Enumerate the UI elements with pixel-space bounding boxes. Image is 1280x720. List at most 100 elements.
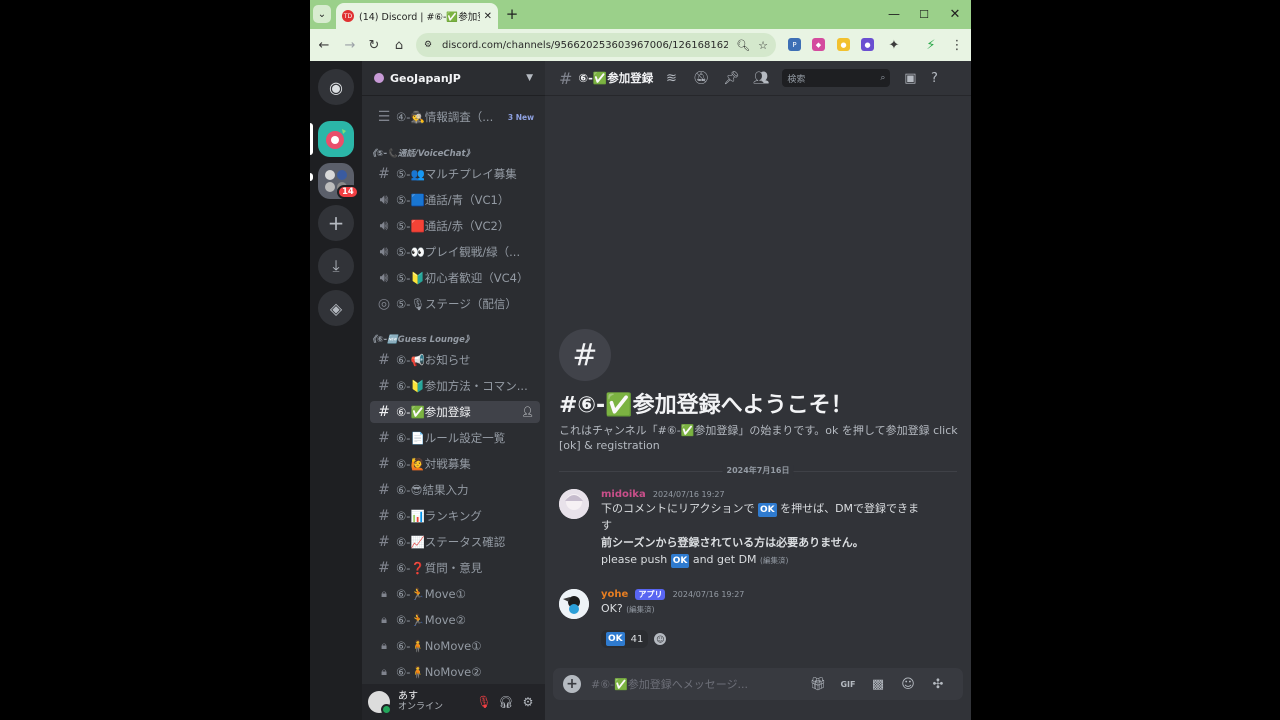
download-apps-icon[interactable]: ⤓ [318, 248, 354, 284]
message-author[interactable]: midoika [601, 489, 646, 500]
site-info-icon[interactable]: ⚙ [424, 40, 436, 50]
category-voicechat[interactable]: 《⑤-📞通話/VoiceChat》 [368, 147, 474, 159]
bookmark-star-icon[interactable]: ☆ [758, 39, 768, 52]
gift-icon[interactable]: 🎁︎ [803, 677, 833, 692]
channel-item-active[interactable]: # ⑥-✅参加登録 👤︎ [370, 401, 540, 423]
locked-channel-item[interactable]: 🔒︎ ⑥-🏃Move① [370, 583, 540, 605]
pin-icon[interactable]: 📌︎ [716, 71, 746, 86]
threads-icon[interactable]: ≋ [656, 71, 686, 86]
apps-icon[interactable]: ✣ [923, 677, 953, 692]
channel-item[interactable]: ☰ ④-🕵情報調査（... 3 New [370, 106, 540, 128]
voice-channel-item[interactable]: 🔊︎ ⑤-🟥通話/赤（VC2） [370, 215, 540, 237]
reaction-ok[interactable]: OK 41 [601, 630, 649, 648]
extension-pdf-icon[interactable]: P [788, 38, 801, 51]
voice-channel-item[interactable]: 🔊︎ ⑤-🔰初心者歓迎（VC4） [370, 267, 540, 289]
channel-item[interactable]: # ⑥-😎結果入力 [370, 479, 540, 501]
lock-icon: 🔒︎ [381, 639, 387, 652]
thread-icon: ☰ [377, 109, 391, 125]
extension-icon[interactable]: ● [837, 38, 850, 51]
hash-icon: # [378, 166, 390, 182]
channel-label: ⑥-📈ステータス確認 [396, 535, 506, 549]
explore-servers-icon[interactable]: ◈ [318, 290, 354, 326]
gif-icon[interactable]: GIF [833, 680, 863, 689]
channel-label: ⑤-🟦通話/青（VC1） [396, 193, 510, 207]
stage-channel-item[interactable]: ◎ ⑤-🎙ステージ（配信） [370, 293, 540, 315]
message-composer[interactable]: + #⑥-✅参加登録へメッセージ... 🎁︎ GIF ▩ ☺ ✣ [553, 668, 963, 700]
gear-icon[interactable]: ⚙ [517, 691, 539, 713]
channel-item[interactable]: # ⑥-❓質問・意見 [370, 557, 540, 579]
maximize-icon[interactable]: ☐ [915, 5, 933, 23]
new-tab-icon[interactable]: + [503, 5, 521, 23]
close-tab-icon[interactable]: ✕ [484, 11, 492, 22]
close-window-icon[interactable]: ✕ [946, 5, 964, 23]
headphones-icon[interactable]: 🎧︎ [495, 691, 517, 713]
channel-label: ⑥-🧍NoMove② [396, 665, 482, 679]
channel-header: # ⑥-✅参加登録 ≋ 🔕︎ 📌︎ 👥︎ 検索 ⌕ ▣ ? [545, 61, 971, 96]
message-text: OK? [601, 602, 623, 615]
emoji-icon[interactable]: ☺ [893, 677, 923, 692]
mute-microphone-icon[interactable]: 🎙︎ [473, 691, 495, 713]
category-guess-lounge[interactable]: 《⑥-🆕Guess Lounge》 [368, 333, 473, 345]
browser-tab[interactable]: TD (14) Discord | #⑥-✅参加登録 ✕ [336, 3, 498, 29]
channel-item[interactable]: # ⑥-📊ランキング [370, 505, 540, 527]
url-text: discord.com/channels/956620253603967006/… [442, 39, 729, 51]
add-reaction-icon[interactable]: ☺ [654, 633, 667, 645]
lightning-extension-icon[interactable]: ⚡ [922, 36, 940, 54]
create-invite-icon[interactable]: 👤︎ [521, 407, 534, 418]
reload-icon[interactable]: ↻ [365, 36, 383, 54]
sticker-icon[interactable]: ▩ [863, 677, 893, 692]
user-info[interactable]: あす オンライン [398, 691, 473, 713]
channel-item[interactable]: # ⑤-👥マルチプレイ募集 [370, 163, 540, 185]
upload-plus-icon[interactable]: + [563, 675, 581, 693]
message-timestamp: 2024/07/16 19:27 [652, 490, 725, 499]
forward-icon[interactable]: → [341, 36, 359, 54]
zoom-icon[interactable]: 🔍︎ [736, 39, 750, 52]
notification-bell-icon[interactable]: 🔕︎ [686, 71, 716, 86]
channel-item[interactable]: # ⑥-🔰参加方法・コマン... [370, 375, 540, 397]
extension-icon[interactable]: ● [861, 38, 874, 51]
channel-label: ⑤-🔰初心者歓迎（VC4） [396, 271, 529, 285]
edited-label: (編集済) [626, 605, 655, 614]
speaker-icon: 🔊︎ [379, 270, 389, 286]
channel-label: ⑥-🏃Move② [396, 613, 466, 627]
server-header[interactable]: GeoJapanJP ▼ [362, 61, 545, 96]
add-server-icon[interactable]: + [318, 205, 354, 241]
search-input[interactable]: 検索 ⌕ [782, 69, 891, 87]
avatar[interactable] [368, 691, 392, 715]
channel-item[interactable]: # ⑥-📈ステータス確認 [370, 531, 540, 553]
discord-home-icon[interactable]: ◉ [318, 69, 354, 105]
chevron-down-icon[interactable]: ▼ [526, 73, 533, 83]
voice-channel-item[interactable]: 🔊︎ ⑤-🟦通話/青（VC1） [370, 189, 540, 211]
address-bar[interactable]: ⚙ discord.com/channels/95662025360396700… [416, 33, 776, 57]
channel-label: ⑥-🔰参加方法・コマン... [396, 379, 528, 393]
avatar[interactable] [559, 489, 589, 519]
channel-item[interactable]: # ⑥-📄ルール設定一覧 [370, 427, 540, 449]
extensions-puzzle-icon[interactable]: ✦ [885, 36, 903, 54]
new-threads-badge: 3 New [507, 112, 534, 122]
locked-channel-item[interactable]: 🔒︎ ⑥-🏃Move② [370, 609, 540, 631]
back-icon[interactable]: ← [315, 36, 333, 54]
help-icon[interactable]: ? [922, 71, 946, 86]
home-icon[interactable]: ⌂ [390, 36, 408, 54]
locked-channel-item[interactable]: 🔒︎ ⑥-🧍NoMove② [370, 661, 540, 683]
tab-search-icon[interactable]: ⌄ [313, 5, 331, 23]
menu-kebab-icon[interactable]: ⋮ [948, 36, 966, 54]
lock-icon: 🔒︎ [381, 665, 387, 678]
channel-item[interactable]: # ⑥-🙋対戦募集 [370, 453, 540, 475]
server-icon-geojapan[interactable] [318, 121, 354, 157]
message-text: 下のコメントにリアクションで [601, 502, 755, 515]
avatar[interactable] [559, 589, 589, 619]
hash-icon: # [378, 508, 390, 524]
hash-icon: # [378, 534, 390, 550]
channel-label: ⑥-❓質問・意見 [396, 561, 483, 575]
channel-item[interactable]: # ⑥-📢お知らせ [370, 349, 540, 371]
locked-channel-item[interactable]: 🔒︎ ⑥-🧍NoMove① [370, 635, 540, 657]
hash-icon: # [378, 352, 390, 368]
inbox-icon[interactable]: ▣ [898, 71, 922, 86]
member-list-icon[interactable]: 👥︎ [746, 71, 776, 86]
message-author[interactable]: yohe [601, 589, 628, 600]
extension-icon[interactable]: ◆ [812, 38, 825, 51]
minimize-icon[interactable]: — [885, 5, 903, 23]
hash-icon: # [559, 68, 573, 88]
voice-channel-item[interactable]: 🔊︎ ⑤-👀プレイ観戦/緑（... [370, 241, 540, 263]
